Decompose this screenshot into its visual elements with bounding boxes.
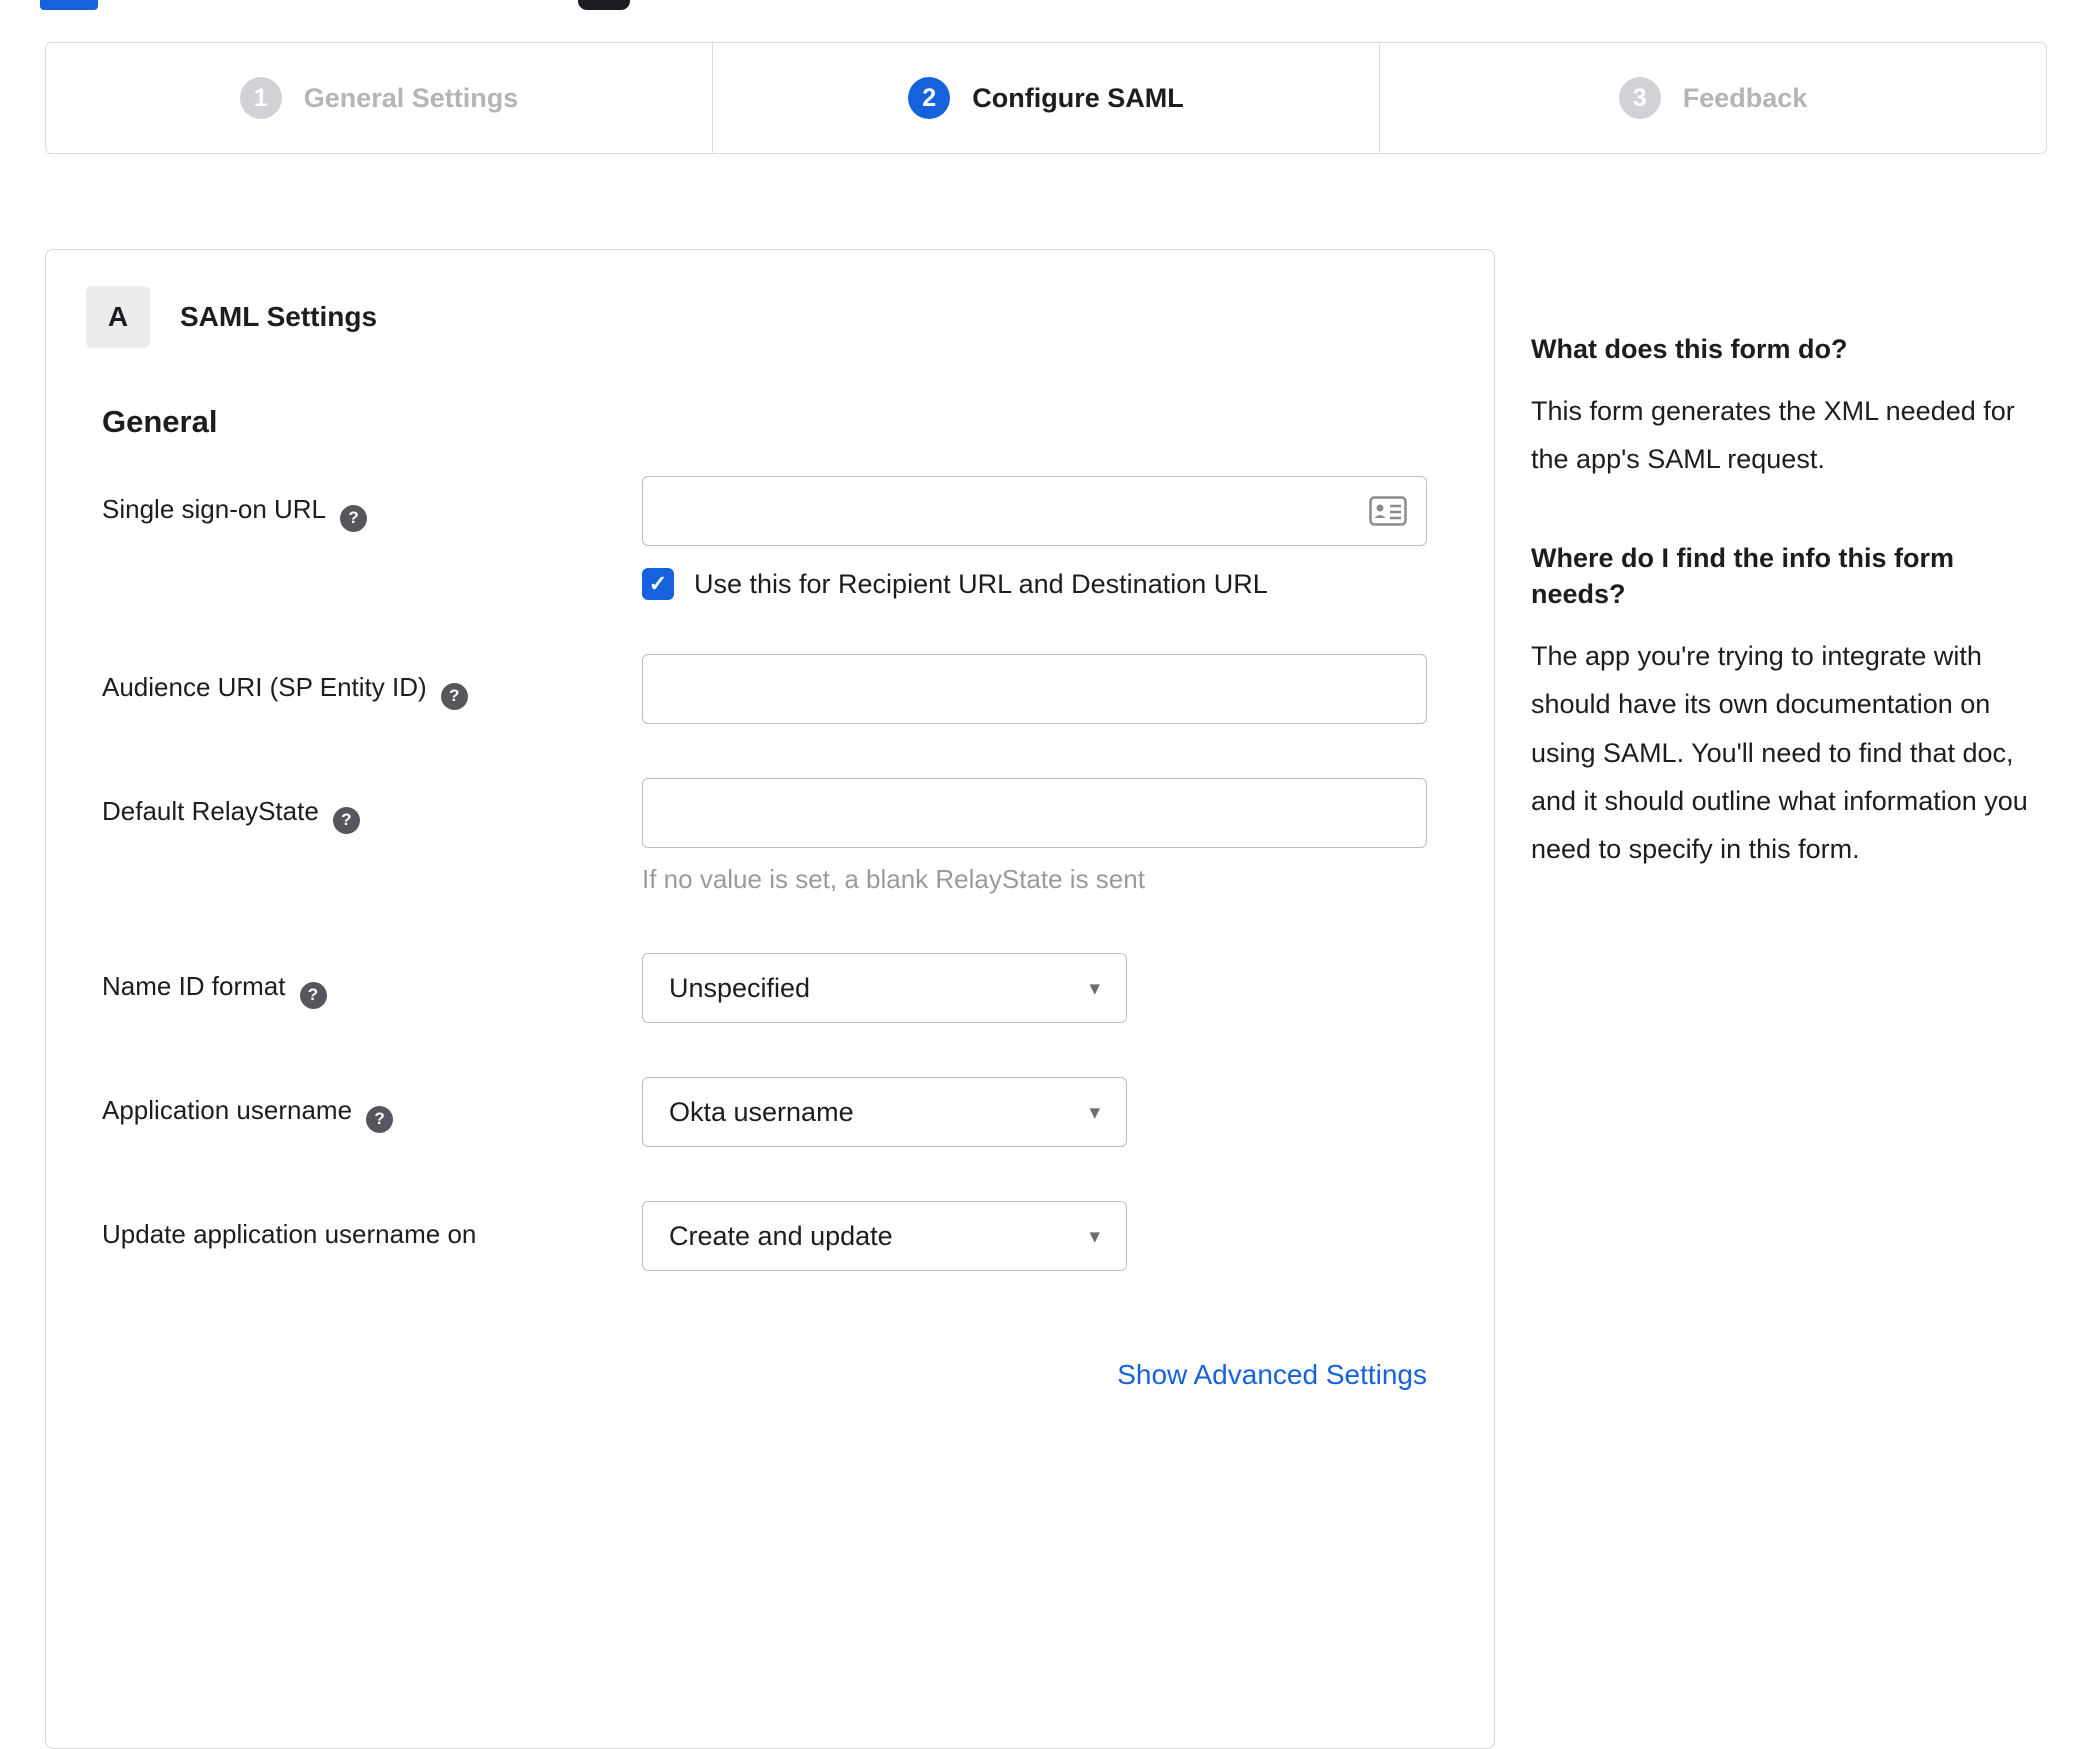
- update-username-label: Update application username on: [102, 1219, 477, 1249]
- form-row-app-username: Application username? Okta username ▾: [102, 1077, 1454, 1147]
- section-title: SAML Settings: [180, 301, 378, 332]
- sidebar-body: The app you're trying to integrate with …: [1531, 641, 2028, 864]
- field-control: ✓ Use this for Recipient URL and Destina…: [642, 476, 1427, 600]
- clipped-app-icon-fragment: [578, 0, 630, 10]
- help-icon[interactable]: ?: [366, 1105, 394, 1133]
- field-control: Okta username ▾: [642, 1077, 1127, 1147]
- form-row-relay-state: Default RelayState? If no value is set, …: [102, 778, 1454, 895]
- field-label: Update application username on: [102, 1201, 642, 1250]
- select-value: Unspecified: [669, 972, 811, 1003]
- panel-header: A SAML Settings: [86, 286, 1454, 348]
- wizard-stepper: 1 General Settings 2 Configure SAML 3 Fe…: [45, 42, 2047, 154]
- name-id-format-select[interactable]: Unspecified ▾: [642, 953, 1127, 1023]
- contact-card-icon[interactable]: [1369, 496, 1407, 526]
- sso-url-input[interactable]: [642, 476, 1427, 546]
- sidebar-heading: What does this form do?: [1531, 334, 1848, 364]
- relay-state-label: Default RelayState: [102, 796, 319, 826]
- step-number-badge: 1: [239, 77, 282, 119]
- clipped-title-fragment: [40, 0, 98, 10]
- saml-form: Single sign-on URL? ✓ Use this for Recip…: [102, 476, 1454, 1391]
- update-username-select[interactable]: Create and update ▾: [642, 1201, 1127, 1271]
- show-advanced-settings-link[interactable]: Show Advanced Settings: [1117, 1359, 1427, 1391]
- form-row-name-id-format: Name ID format? Unspecified ▾: [102, 953, 1454, 1023]
- chevron-down-icon: ▾: [1089, 1224, 1100, 1248]
- sidebar-heading: Where do I find the info this form needs…: [1531, 542, 1954, 609]
- chevron-down-icon: ▾: [1089, 1100, 1100, 1124]
- field-label: Name ID format?: [102, 953, 642, 1009]
- page-content: A SAML Settings General Single sign-on U…: [0, 249, 2092, 1749]
- relay-state-hint: If no value is set, a blank RelayState i…: [642, 864, 1145, 894]
- select-value: Create and update: [669, 1220, 893, 1251]
- help-icon[interactable]: ?: [440, 682, 468, 710]
- relay-state-input[interactable]: [642, 778, 1427, 848]
- step-number-badge: 3: [1618, 77, 1661, 119]
- field-label: Single sign-on URL?: [102, 476, 642, 532]
- form-row-audience-uri: Audience URI (SP Entity ID)?: [102, 654, 1454, 724]
- help-icon[interactable]: ?: [299, 981, 327, 1009]
- step-general-settings[interactable]: 1 General Settings: [46, 43, 713, 153]
- recipient-url-checkbox-row[interactable]: ✓ Use this for Recipient URL and Destina…: [642, 568, 1427, 600]
- audience-uri-label: Audience URI (SP Entity ID): [102, 672, 427, 702]
- help-icon[interactable]: ?: [340, 504, 368, 532]
- saml-settings-panel: A SAML Settings General Single sign-on U…: [45, 249, 1495, 1749]
- step-configure-saml[interactable]: 2 Configure SAML: [713, 43, 1380, 153]
- sidebar-block-what: What does this form do? This form genera…: [1531, 331, 2037, 484]
- form-row-sso-url: Single sign-on URL? ✓ Use this for Recip…: [102, 476, 1454, 600]
- app-username-label: Application username: [102, 1095, 353, 1125]
- field-control: If no value is set, a blank RelayState i…: [642, 778, 1427, 895]
- step-number-badge: 2: [908, 77, 951, 119]
- advanced-settings-row: Show Advanced Settings: [102, 1359, 1427, 1391]
- help-sidebar: What does this form do? This form genera…: [1531, 249, 2047, 873]
- checkbox-label: Use this for Recipient URL and Destinati…: [694, 568, 1268, 599]
- sso-url-label: Single sign-on URL: [102, 494, 327, 524]
- name-id-format-label: Name ID format: [102, 971, 286, 1001]
- checkbox-checked-icon[interactable]: ✓: [642, 568, 674, 600]
- step-label: Configure SAML: [972, 82, 1184, 113]
- page-top-clipped: [0, 0, 2092, 14]
- help-icon[interactable]: ?: [332, 806, 360, 834]
- sidebar-block-where: Where do I find the info this form needs…: [1531, 540, 2037, 873]
- sso-url-input-wrap: [642, 476, 1427, 546]
- group-title-general: General: [102, 404, 218, 439]
- field-label: Default RelayState?: [102, 778, 642, 834]
- field-label: Audience URI (SP Entity ID)?: [102, 654, 642, 710]
- field-control: Create and update ▾: [642, 1201, 1127, 1271]
- step-label: Feedback: [1682, 82, 1808, 113]
- step-feedback[interactable]: 3 Feedback: [1380, 43, 2046, 153]
- app-username-select[interactable]: Okta username ▾: [642, 1077, 1127, 1147]
- section-a-badge: A: [86, 286, 150, 348]
- sidebar-body: This form generates the XML needed for t…: [1531, 396, 2015, 475]
- form-row-update-username: Update application username on Create an…: [102, 1201, 1454, 1271]
- chevron-down-icon: ▾: [1089, 976, 1100, 1000]
- select-value: Okta username: [669, 1096, 854, 1127]
- field-label: Application username?: [102, 1077, 642, 1133]
- field-control: Unspecified ▾: [642, 953, 1127, 1023]
- step-label: General Settings: [303, 82, 519, 113]
- field-control: [642, 654, 1427, 724]
- audience-uri-input[interactable]: [642, 654, 1427, 724]
